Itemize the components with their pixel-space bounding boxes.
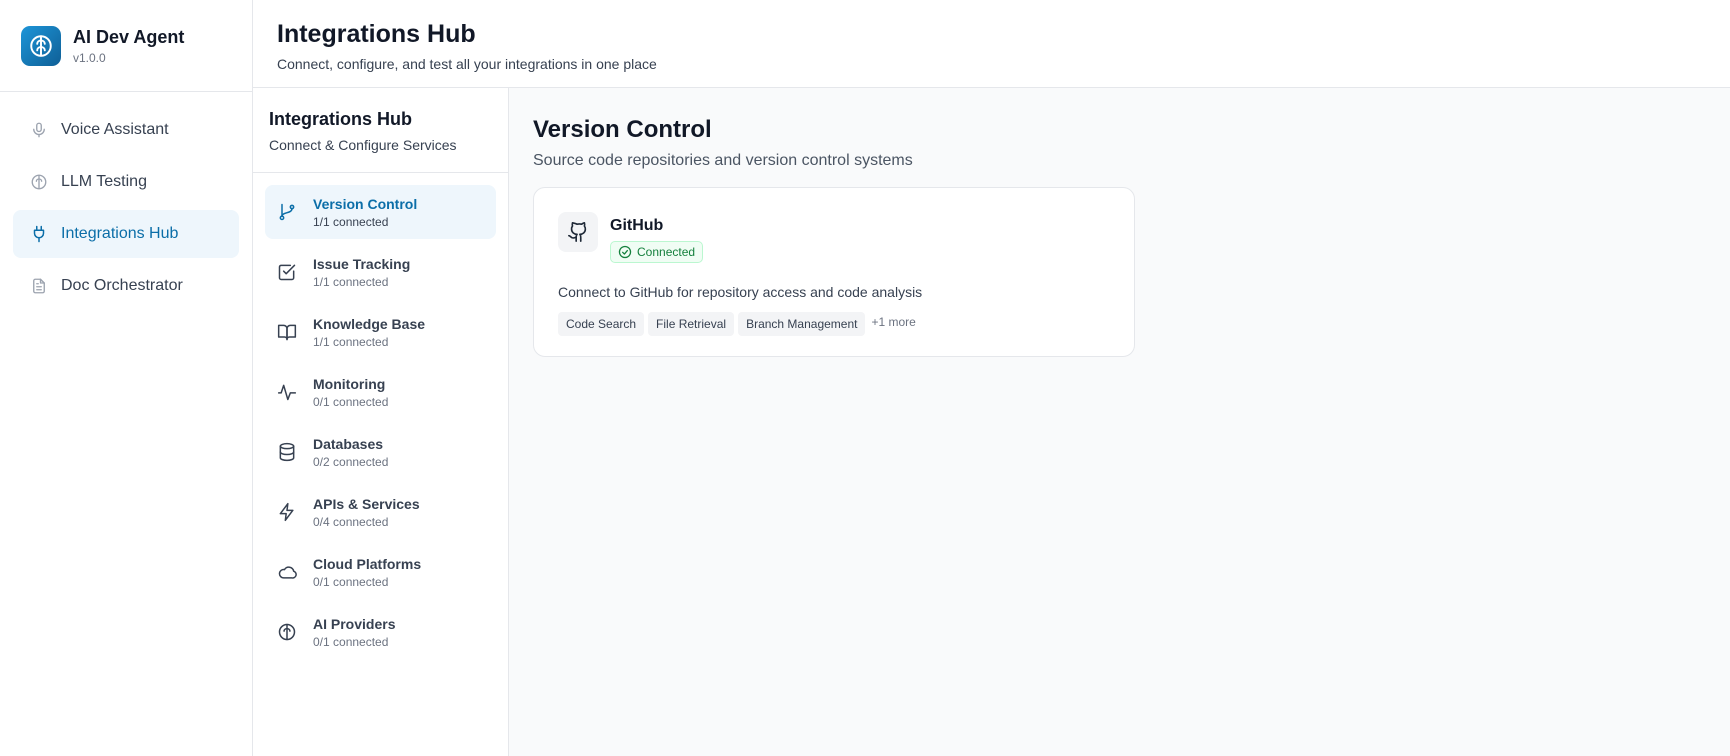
- integration-name: GitHub: [610, 217, 664, 234]
- integration-description: Connect to GitHub for repository access …: [558, 284, 923, 300]
- category-name: Issue Tracking: [313, 255, 411, 272]
- nav-item-llm-testing[interactable]: LLM Testing: [13, 158, 239, 206]
- category-count: 0/1 connected: [313, 574, 389, 589]
- capability-tag: File Retrieval: [648, 312, 735, 336]
- nav-item-label: LLM Testing: [61, 173, 147, 190]
- nav-item-integrations-hub[interactable]: Integrations Hub: [13, 210, 239, 258]
- category-monitoring[interactable]: Monitoring 0/1 connected: [265, 365, 496, 419]
- page-title: Integrations Hub: [277, 20, 476, 48]
- category-list: Version Control 1/1 connected Issue Trac…: [253, 173, 508, 677]
- nav-item-voice-assistant[interactable]: Voice Assistant: [13, 106, 239, 154]
- brain-icon: [277, 622, 297, 642]
- nav-item-label: Voice Assistant: [61, 121, 169, 138]
- section-subtitle: Source code repositories and version con…: [533, 152, 913, 169]
- category-count: 0/4 connected: [313, 514, 389, 529]
- category-name: Version Control: [313, 195, 418, 212]
- status-badge-label: Connected: [637, 245, 696, 259]
- book-icon: [277, 322, 297, 342]
- more-tags-count: +1 more: [871, 315, 916, 329]
- category-ai-providers[interactable]: AI Providers 0/1 connected: [265, 605, 496, 659]
- app-nav: Voice Assistant LLM Testing Integrations…: [0, 92, 252, 328]
- category-name: APIs & Services: [313, 495, 420, 512]
- category-count: 1/1 connected: [313, 214, 389, 229]
- git-branch-icon: [277, 202, 297, 222]
- page-subtitle: Connect, configure, and test all your in…: [277, 56, 657, 72]
- category-name: Monitoring: [313, 375, 386, 392]
- microphone-icon: [29, 120, 49, 140]
- app-version: v1.0.0: [73, 50, 106, 65]
- category-count: 0/2 connected: [313, 454, 389, 469]
- main-content: Version Control Source code repositories…: [509, 88, 1730, 756]
- section-title: Version Control: [533, 116, 712, 143]
- check-circle-icon: [618, 245, 632, 259]
- category-panel-header: Integrations Hub Connect & Configure Ser…: [253, 88, 508, 173]
- brand: AI Dev Agent v1.0.0: [0, 0, 252, 92]
- page-header: Integrations Hub Connect, configure, and…: [253, 0, 1730, 88]
- category-apis-services[interactable]: APIs & Services 0/4 connected: [265, 485, 496, 539]
- github-icon: [558, 212, 598, 252]
- category-count: 1/1 connected: [313, 274, 389, 289]
- checkbox-icon: [277, 262, 297, 282]
- integration-card-github[interactable]: GitHub Connected Connect to GitHub for r…: [533, 187, 1135, 357]
- nav-item-label: Integrations Hub: [61, 225, 179, 242]
- category-cloud-platforms[interactable]: Cloud Platforms 0/1 connected: [265, 545, 496, 599]
- category-panel: Integrations Hub Connect & Configure Ser…: [253, 88, 509, 756]
- app-name: AI Dev Agent: [73, 26, 185, 47]
- cloud-icon: [277, 562, 297, 582]
- brain-icon: [29, 172, 49, 192]
- lightning-icon: [277, 502, 297, 522]
- nav-item-doc-orchestrator[interactable]: Doc Orchestrator: [13, 262, 239, 310]
- category-name: Cloud Platforms: [313, 555, 422, 572]
- category-issue-tracking[interactable]: Issue Tracking 1/1 connected: [265, 245, 496, 299]
- database-icon: [277, 442, 297, 462]
- category-panel-subtitle: Connect & Configure Services: [269, 137, 457, 153]
- capability-tag: Branch Management: [738, 312, 866, 336]
- status-badge: Connected: [610, 241, 704, 263]
- category-panel-title: Integrations Hub: [269, 109, 412, 129]
- capability-tags: Code Search File Retrieval Branch Manage…: [558, 312, 1110, 336]
- capability-tag: Code Search: [558, 312, 645, 336]
- category-version-control[interactable]: Version Control 1/1 connected: [265, 185, 496, 239]
- activity-icon: [277, 382, 297, 402]
- category-name: AI Providers: [313, 615, 396, 632]
- category-name: Knowledge Base: [313, 315, 426, 332]
- brain-logo-icon: [21, 25, 61, 66]
- document-icon: [29, 276, 49, 296]
- category-knowledge-base[interactable]: Knowledge Base 1/1 connected: [265, 305, 496, 359]
- category-count: 0/1 connected: [313, 634, 389, 649]
- category-count: 0/1 connected: [313, 394, 389, 409]
- nav-item-label: Doc Orchestrator: [61, 277, 183, 294]
- app-sidebar: AI Dev Agent v1.0.0 Voice Assistant LLM …: [0, 0, 253, 756]
- category-name: Databases: [313, 435, 384, 452]
- category-databases[interactable]: Databases 0/2 connected: [265, 425, 496, 479]
- category-count: 1/1 connected: [313, 334, 389, 349]
- plug-icon: [29, 224, 49, 244]
